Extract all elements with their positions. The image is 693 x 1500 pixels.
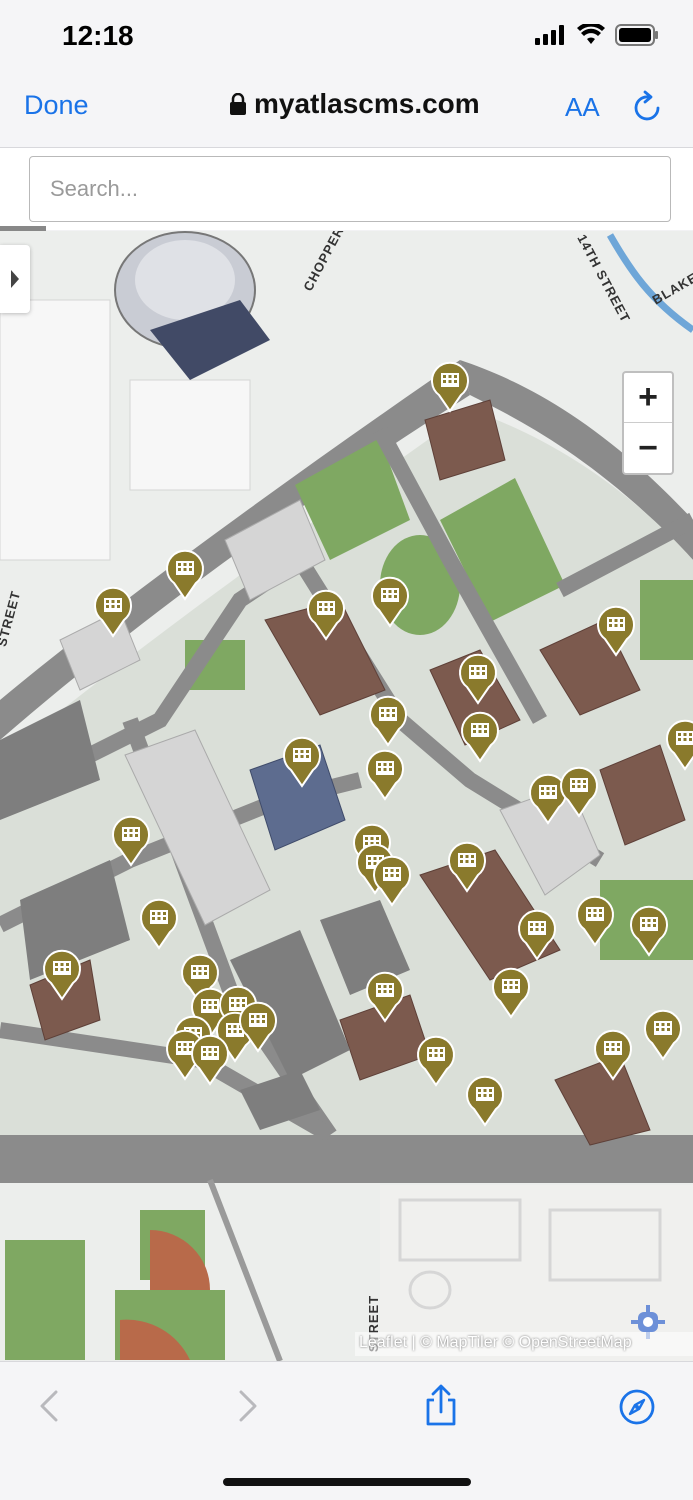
building-marker-icon[interactable] xyxy=(306,589,346,641)
building-marker-icon[interactable] xyxy=(282,736,322,788)
forward-icon xyxy=(239,1390,257,1422)
building-marker-icon[interactable] xyxy=(460,711,500,763)
lock-icon xyxy=(230,93,246,115)
signal-icon xyxy=(535,25,564,45)
home-indicator xyxy=(223,1478,471,1486)
back-button[interactable] xyxy=(36,1386,60,1431)
building-marker-icon[interactable] xyxy=(93,586,133,638)
wifi-icon xyxy=(577,24,605,44)
map-attribution[interactable]: Leaflet | © MapTiler © OpenStreetMap xyxy=(355,1332,693,1356)
building-marker-icon[interactable] xyxy=(643,1009,683,1061)
text-size-label: AA xyxy=(565,92,600,122)
building-marker-icon[interactable] xyxy=(165,549,205,601)
reload-button[interactable] xyxy=(632,90,664,129)
search-input[interactable] xyxy=(29,156,671,222)
text-size-button[interactable]: AA xyxy=(565,92,600,123)
browser-nav-bar: Done myatlascms.com AA xyxy=(0,70,693,148)
building-marker-icon[interactable] xyxy=(370,576,410,628)
share-button[interactable] xyxy=(424,1384,458,1431)
building-marker-icon[interactable] xyxy=(372,855,412,907)
building-marker-icon[interactable] xyxy=(365,971,405,1023)
building-marker-icon[interactable] xyxy=(139,898,179,950)
search-area xyxy=(0,148,693,231)
share-icon xyxy=(426,1384,456,1426)
building-marker-icon[interactable] xyxy=(665,719,693,771)
building-marker-icon[interactable] xyxy=(416,1035,456,1087)
zoom-out-button[interactable]: − xyxy=(624,423,672,473)
battery-icon xyxy=(615,24,658,46)
building-marker-icon[interactable] xyxy=(629,905,669,957)
status-icons xyxy=(535,24,659,46)
compass-icon xyxy=(619,1389,655,1425)
building-marker-icon[interactable] xyxy=(447,841,487,893)
building-marker-icon[interactable] xyxy=(465,1075,505,1127)
building-marker-icon[interactable] xyxy=(42,949,82,1001)
compass-button[interactable] xyxy=(618,1388,656,1431)
building-marker-icon[interactable] xyxy=(368,695,408,747)
status-bar: 12:18 xyxy=(0,0,693,70)
building-marker-icon[interactable] xyxy=(430,361,470,413)
building-marker-icon[interactable] xyxy=(238,1001,278,1053)
url-text: myatlascms.com xyxy=(254,88,480,119)
building-marker-icon[interactable] xyxy=(190,1034,230,1086)
campus-map[interactable]: CHOPPER 14TH STREET BLAKE STREET STREET … xyxy=(0,231,693,1361)
back-icon xyxy=(40,1390,58,1422)
status-time: 12:18 xyxy=(62,20,134,51)
building-marker-icon[interactable] xyxy=(458,653,498,705)
chevron-right-icon xyxy=(11,270,19,288)
sidebar-toggle-button[interactable] xyxy=(0,245,30,313)
building-marker-icon[interactable] xyxy=(517,909,557,961)
building-marker-icon[interactable] xyxy=(365,749,405,801)
building-marker-icon[interactable] xyxy=(111,815,151,867)
building-marker-icon[interactable] xyxy=(596,605,636,657)
building-marker-icon[interactable] xyxy=(559,766,599,818)
zoom-control: + − xyxy=(622,371,674,475)
building-marker-icon[interactable] xyxy=(491,967,531,1019)
forward-button[interactable] xyxy=(237,1386,261,1431)
zoom-in-button[interactable]: + xyxy=(624,373,672,423)
building-marker-icon[interactable] xyxy=(593,1029,633,1081)
done-button[interactable]: Done xyxy=(24,90,89,121)
reload-icon xyxy=(634,90,660,121)
building-marker-icon[interactable] xyxy=(575,895,615,947)
url-display[interactable]: myatlascms.com xyxy=(230,88,480,120)
